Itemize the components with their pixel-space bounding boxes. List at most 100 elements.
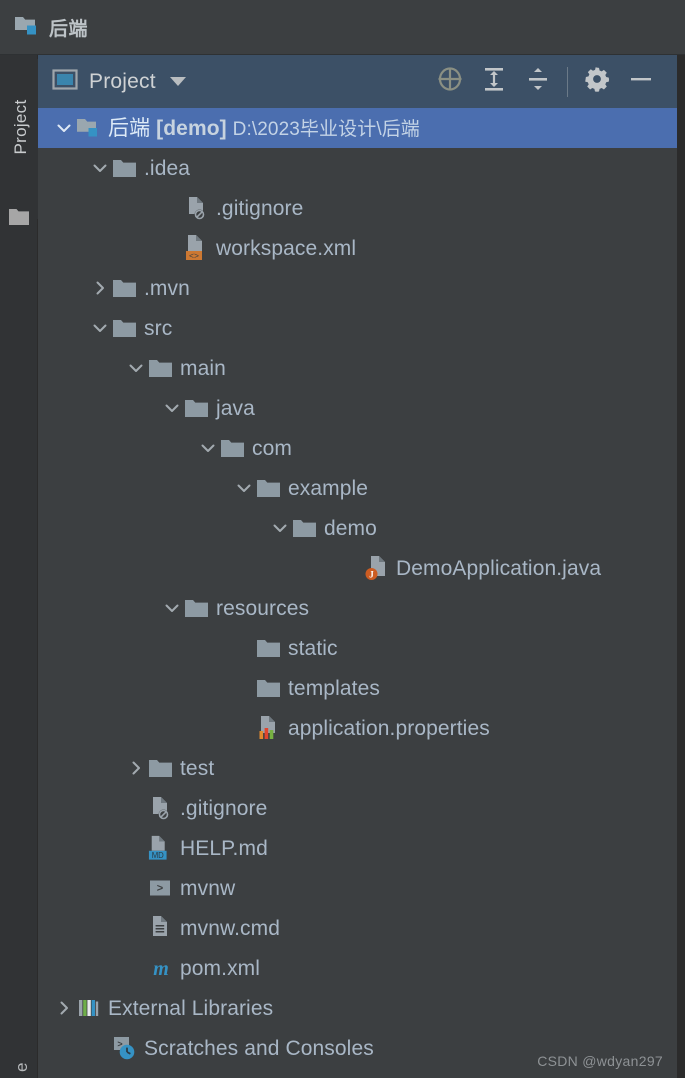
chevron-down-icon[interactable] — [160, 588, 184, 628]
file-ignored-icon — [148, 788, 174, 828]
tree-row-label: mvnw — [180, 876, 236, 900]
tree-row-external-libraries[interactable]: External Libraries — [38, 988, 677, 1028]
scroll-from-source-button[interactable] — [428, 62, 472, 102]
folder-icon — [184, 388, 210, 428]
tree-row-pom-xml[interactable]: m pom.xml — [38, 948, 677, 988]
project-panel-title: Project — [89, 69, 156, 93]
watermark: CSDN @wdyan297 — [537, 1053, 663, 1069]
tree-row-resources[interactable]: resources — [38, 588, 677, 628]
tree-row-mvnw-cmd[interactable]: mvnw.cmd — [38, 908, 677, 948]
chevron-down-icon[interactable] — [196, 428, 220, 468]
tree-row-label: static — [288, 636, 338, 660]
expand-all-button[interactable] — [472, 62, 516, 102]
project-panel-header: Project — [38, 55, 677, 108]
chevron-right-icon[interactable] — [88, 268, 112, 308]
tree-row-label: application.properties — [288, 716, 490, 740]
tool-window-button-partial-label: e — [12, 1062, 31, 1072]
tree-row-label: .gitignore — [216, 196, 304, 220]
tree-row-label: java — [216, 396, 255, 420]
tree-row-label: templates — [288, 676, 380, 700]
hide-panel-button[interactable] — [619, 62, 663, 102]
tree-row-gitignore-root[interactable]: .gitignore — [38, 788, 677, 828]
tree-row-static[interactable]: static — [38, 628, 677, 668]
chevron-down-icon[interactable] — [232, 468, 256, 508]
tree-row-label: .mvn — [144, 276, 190, 300]
collapse-all-button[interactable] — [516, 62, 560, 102]
tree-row-label: mvnw.cmd — [180, 916, 280, 940]
tree-row-mvn[interactable]: .mvn — [38, 268, 677, 308]
minimize-icon — [627, 65, 655, 98]
file-ignored-icon — [184, 188, 210, 228]
tree-row-example[interactable]: example — [38, 468, 677, 508]
chevron-down-icon[interactable] — [160, 388, 184, 428]
svg-text:>: > — [157, 883, 163, 895]
collapse-all-icon — [523, 64, 553, 99]
tree-row-test[interactable]: test — [38, 748, 677, 788]
folder-icon — [184, 588, 210, 628]
tree-row-label: workspace.xml — [216, 236, 357, 260]
chevron-down-icon[interactable] — [124, 348, 148, 388]
tree-row-label: pom.xml — [180, 956, 261, 980]
chevron-right-icon[interactable] — [52, 988, 76, 1028]
tree-row-idea[interactable]: .idea — [38, 148, 677, 188]
settings-button[interactable] — [575, 62, 619, 102]
tree-row-com[interactable]: com — [38, 428, 677, 468]
tree-row-demoapplication-java[interactable]: J DemoApplication.java — [38, 548, 677, 588]
chevron-down-icon[interactable] — [268, 508, 292, 548]
chevron-right-icon[interactable] — [124, 748, 148, 788]
tool-window-button-partial[interactable]: e — [10, 1048, 34, 1078]
chevron-down-icon[interactable] — [169, 77, 186, 86]
tree-row-gitignore-idea[interactable]: .gitignore — [38, 188, 677, 228]
file-maven-icon: m — [148, 948, 174, 988]
folder-icon — [8, 207, 32, 232]
folder-module-icon — [14, 14, 40, 41]
tree-row-main[interactable]: main — [38, 348, 677, 388]
svg-text:MD: MD — [152, 851, 164, 860]
left-tool-strip: Project e — [0, 55, 38, 1078]
tree-row-label: main — [180, 356, 226, 380]
tree-row-workspace-xml[interactable]: <> workspace.xml — [38, 228, 677, 268]
tree-row-java[interactable]: java — [38, 388, 677, 428]
folder-module-icon — [76, 108, 102, 148]
tree-row-label: HELP.md — [180, 836, 268, 860]
chevron-down-icon[interactable] — [52, 108, 76, 148]
title-bar: 后端 — [0, 0, 685, 55]
tree-row-demo[interactable]: demo — [38, 508, 677, 548]
tree-row-src[interactable]: src — [38, 308, 677, 348]
folder-icon — [256, 668, 282, 708]
file-text-icon — [148, 908, 174, 948]
tool-window-button-project-label: Project — [11, 99, 30, 155]
tree-row-label: example — [288, 476, 369, 500]
file-xml-icon: <> — [184, 228, 210, 268]
file-shell-icon: > — [148, 868, 174, 908]
scratches-icon: > — [112, 1028, 138, 1068]
svg-text:<>: <> — [189, 250, 199, 260]
tree-row-project-root[interactable]: 后端 [demo] D:\2023毕业设计\后端 — [38, 108, 677, 148]
chevron-down-icon[interactable] — [88, 308, 112, 348]
tree-row-mvnw[interactable]: > mvnw — [38, 868, 677, 908]
tool-window-button-project[interactable]: Project — [0, 59, 38, 225]
folder-icon — [112, 268, 138, 308]
project-panel-toolbar — [428, 62, 663, 102]
tree-row-help-md[interactable]: MD HELP.md — [38, 828, 677, 868]
tree-row-label: .idea — [144, 156, 191, 180]
panel-right-gutter — [677, 55, 685, 1078]
chevron-down-icon[interactable] — [88, 148, 112, 188]
tree-row-label: Scratches and Consoles — [144, 1036, 374, 1060]
target-crosshair-icon — [435, 64, 465, 99]
tree-row-application-properties[interactable]: application.properties — [38, 708, 677, 748]
tree-row-templates[interactable]: templates — [38, 668, 677, 708]
project-tree[interactable]: 后端 [demo] D:\2023毕业设计\后端 .idea .gitignore <… — [38, 108, 677, 1078]
libraries-icon — [76, 988, 102, 1028]
folder-icon — [292, 508, 318, 548]
folder-icon — [148, 748, 174, 788]
tree-row-label: 后端 — [108, 116, 151, 140]
